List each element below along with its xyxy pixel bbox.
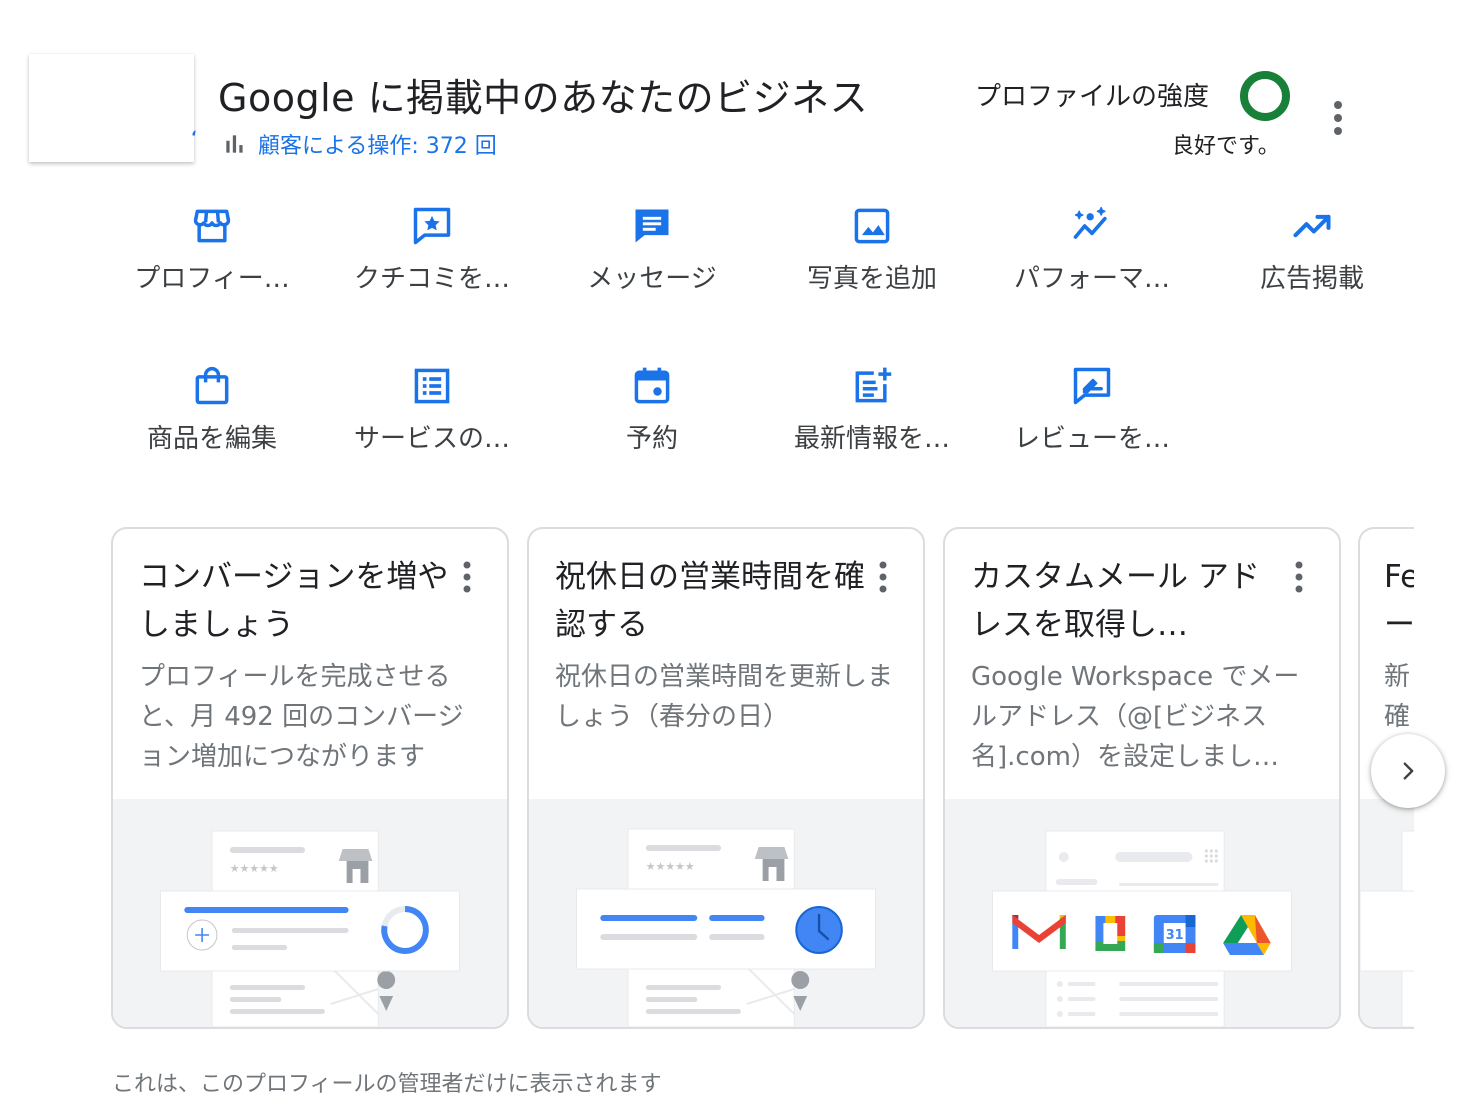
action-messages[interactable]: メッセージ — [542, 204, 762, 295]
partial-card-title-line: Fe — [1384, 559, 1414, 595]
shopping-bag-icon — [195, 366, 229, 405]
svg-text:31: 31 — [1166, 928, 1184, 943]
action-label: クチコミを… — [353, 264, 510, 294]
partial-card-body-line: 新 — [1384, 662, 1411, 692]
page-title: Google に掲載中のあなたのビジネス — [218, 76, 869, 120]
card-illustration: 31 — [945, 799, 1339, 1027]
action-label: プロフィー… — [134, 264, 290, 294]
action-label: 広告掲載 — [1259, 264, 1364, 294]
card-body: Google Workspace でメールアドレス（@[ビジネス名].com）を… — [971, 662, 1300, 772]
partial-card-body: 新 確 — [1384, 657, 1410, 737]
action-request-reviews[interactable]: レビューを… — [982, 364, 1202, 455]
card-title: 祝休日の営業時間を確認する — [555, 559, 865, 643]
partial-card-title-line: ー — [1384, 607, 1414, 643]
svg-text:★★★★★: ★★★★★ — [646, 860, 695, 873]
suggestion-card-custom-email[interactable]: カスタムメール アドレスを取得し… Google Workspace でメールア… — [943, 527, 1341, 1029]
action-services[interactable]: サービスの… — [322, 364, 542, 455]
profile-strength-label: プロファイルの強度 — [975, 82, 1210, 112]
action-label: パフォーマ… — [1013, 264, 1170, 294]
action-label: レビューを… — [1013, 424, 1170, 454]
docs-icon — [1095, 916, 1126, 951]
action-label: メッセージ — [587, 264, 717, 294]
admin-only-notice: これは、このプロフィールの管理者だけに表示されます — [112, 1072, 662, 1097]
card-illustration — [1360, 799, 1414, 1027]
carousel-next-button[interactable] — [1371, 734, 1445, 808]
customer-actions-link[interactable]: 顧客による操作: 372 回 — [222, 128, 497, 160]
suggestion-card-holiday-hours[interactable]: 祝休日の営業時間を確認する 祝休日の営業時間を更新しましょう（春分の日） ★★★… — [527, 527, 925, 1029]
card-body: プロフィールを完成させると、月 492 回のコンバージョン増加につながります — [139, 662, 464, 772]
card-more-button[interactable] — [871, 559, 895, 595]
trending-up-icon — [1293, 214, 1331, 238]
photo-icon — [854, 208, 890, 244]
card-body: 祝休日の営業時間を更新しましょう（春分の日） — [555, 662, 894, 732]
action-label: 商品を編集 — [146, 424, 277, 454]
review-star-icon — [413, 207, 451, 245]
card-title: カスタムメール アドレスを取得し… — [971, 559, 1260, 643]
card-title: コンバージョンを増やしましょう — [139, 559, 449, 643]
action-profile[interactable]: プロフィー… — [102, 204, 322, 295]
chevron-right-icon — [1403, 762, 1414, 780]
action-add-photo[interactable]: 写真を追加 — [762, 204, 982, 295]
more-vert-icon — [1334, 101, 1342, 135]
list-icon — [414, 368, 450, 404]
action-label: 予約 — [625, 424, 678, 454]
performance-icon — [1073, 206, 1107, 239]
profile-strength-status: 良好です。 — [1172, 134, 1280, 159]
action-performance[interactable]: パフォーマ… — [982, 204, 1202, 295]
action-edit-products[interactable]: 商品を編集 — [102, 364, 322, 455]
card-more-button[interactable] — [455, 559, 479, 595]
action-bookings[interactable]: 予約 — [542, 364, 762, 455]
more-options-button[interactable] — [1320, 96, 1356, 140]
message-icon — [635, 209, 669, 243]
action-label: 写真を追加 — [806, 264, 937, 294]
suggestion-card-conversions[interactable]: コンバージョンを増やしましょう プロフィールを完成させると、月 492 回のコン… — [111, 527, 509, 1029]
more-vert-icon — [463, 561, 471, 593]
post-add-icon — [855, 367, 892, 403]
partial-card-title: Fe ー — [1384, 553, 1414, 649]
more-vert-icon — [1295, 561, 1303, 593]
action-ads[interactable]: 広告掲載 — [1202, 204, 1422, 295]
action-label: サービスの… — [353, 424, 510, 454]
partial-card-body-line: 確 — [1384, 702, 1411, 732]
customer-actions-label: 顧客による操作: 372 回 — [258, 134, 497, 159]
action-add-update[interactable]: 最新情報を… — [762, 364, 982, 455]
logo-edge-marker: ʻ — [191, 128, 197, 146]
svg-text:★★★★★: ★★★★★ — [230, 862, 279, 875]
rate-review-icon — [1073, 367, 1111, 405]
card-illustration: ★★★★★ — [529, 799, 923, 1027]
storefront-icon — [193, 209, 231, 243]
action-label: 最新情報を… — [793, 424, 950, 454]
profile-strength-ring — [1240, 71, 1290, 121]
action-reviews[interactable]: クチコミを… — [322, 204, 542, 295]
calendar-icon — [634, 367, 670, 404]
calendar-31-icon: 31 — [1153, 915, 1196, 953]
more-vert-icon — [879, 561, 887, 593]
card-illustration: ★★★★★ — [113, 799, 507, 1027]
business-logo — [29, 54, 194, 162]
card-more-button[interactable] — [1287, 559, 1311, 595]
bar-chart-icon — [226, 135, 243, 153]
